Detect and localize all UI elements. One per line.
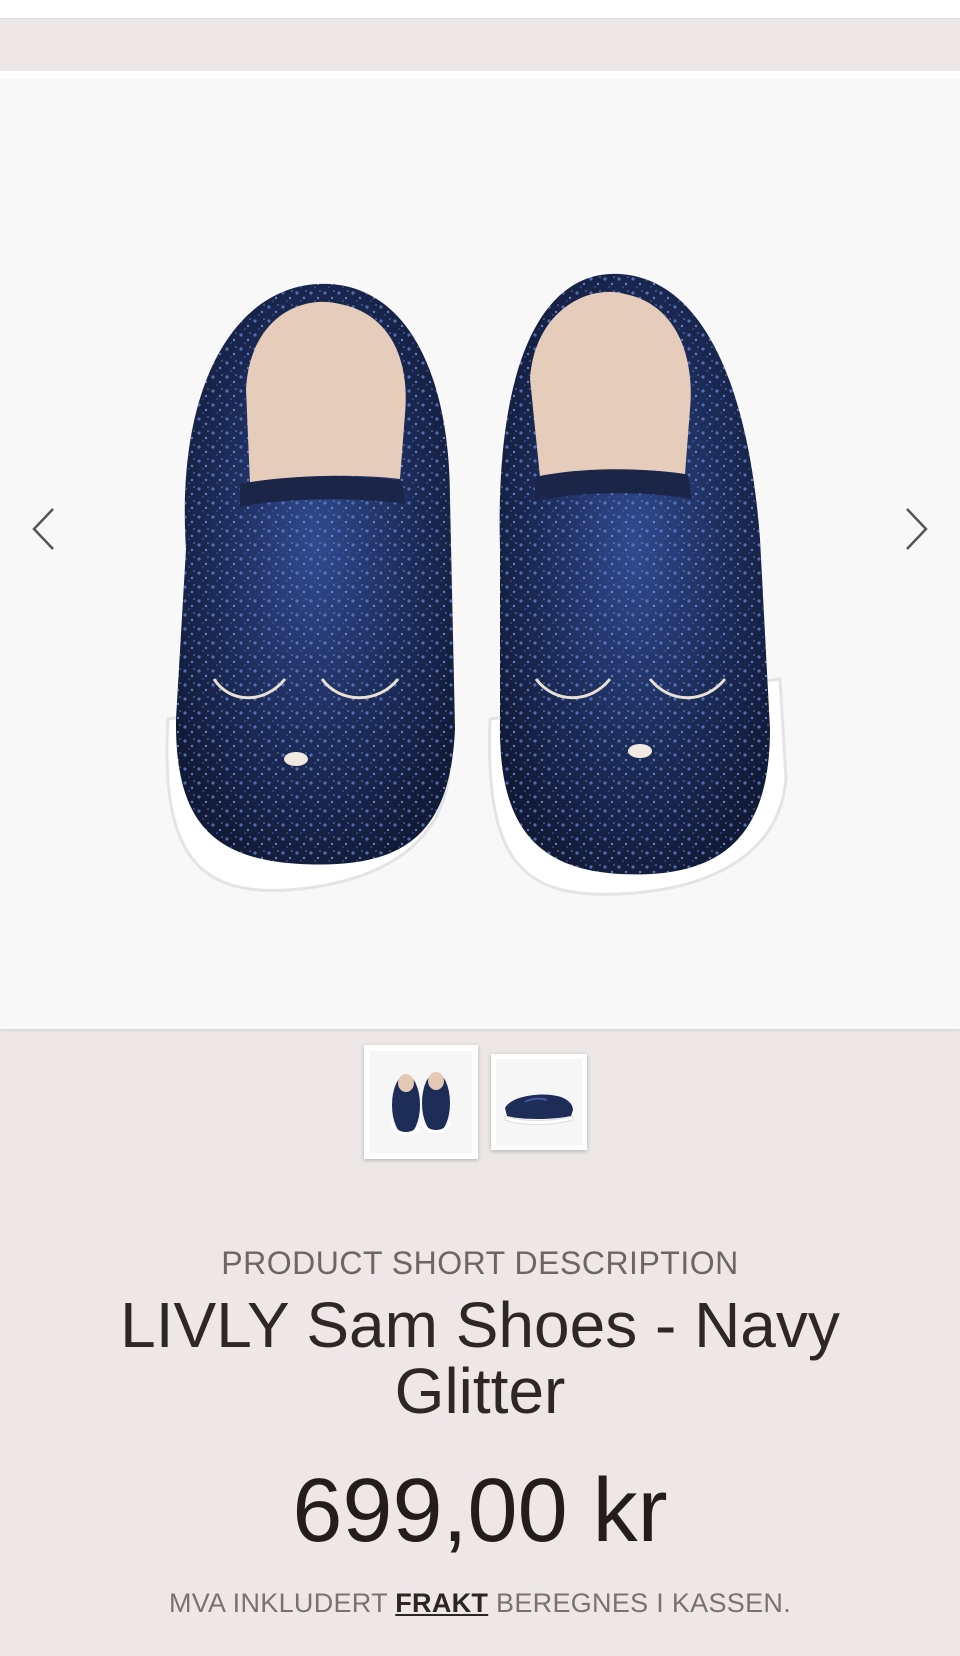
right-shoe xyxy=(488,273,788,896)
chevron-right-icon xyxy=(906,508,928,550)
tax-note-suffix: BEREGNES I KASSEN. xyxy=(496,1588,792,1618)
thumbnail-strip xyxy=(0,1045,960,1163)
top-bar xyxy=(0,0,960,19)
thumbnail-top-view[interactable] xyxy=(364,1045,478,1159)
thumbnail-side-view[interactable] xyxy=(491,1054,587,1150)
product-image-carousel[interactable] xyxy=(0,79,960,1029)
product-price: 699,00 kr xyxy=(292,1461,668,1561)
chevron-left-icon xyxy=(32,508,54,550)
tax-note-prefix: MVA INKLUDERT xyxy=(168,1588,388,1618)
header-band xyxy=(0,19,960,71)
product-image xyxy=(165,273,788,896)
tax-shipping-note: MVA INKLUDERT FRAKT BEREGNES I KASSEN. xyxy=(0,1588,960,1619)
header-divider xyxy=(0,71,960,79)
thumbnail-image xyxy=(370,1051,472,1153)
carousel-next-button[interactable] xyxy=(892,499,942,559)
product-kicker: PRODUCT SHORT DESCRIPTION xyxy=(221,1245,739,1281)
thumbnail-image xyxy=(496,1059,582,1145)
shipping-link[interactable]: FRAKT xyxy=(395,1588,488,1618)
left-shoe xyxy=(165,283,455,892)
product-title: LIVLY Sam Shoes - Navy Glitter xyxy=(120,1289,840,1427)
carousel-prev-button[interactable] xyxy=(18,499,68,559)
